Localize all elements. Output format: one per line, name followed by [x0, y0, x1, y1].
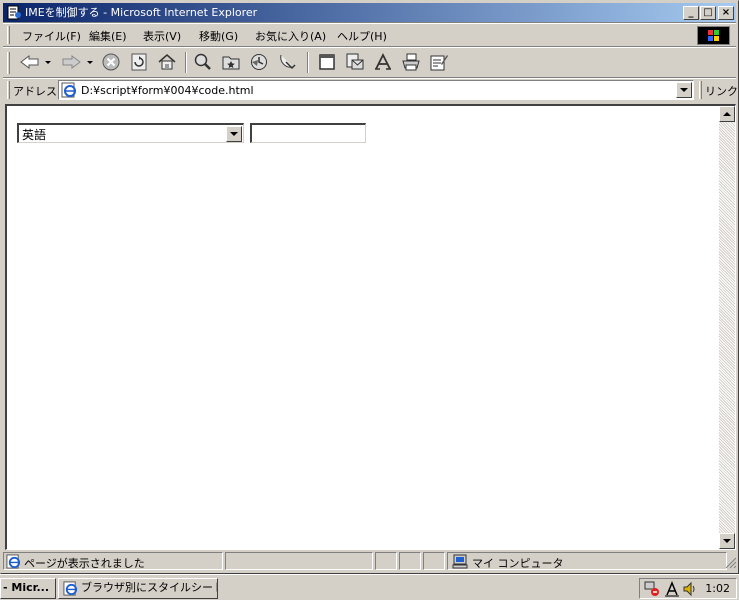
channels-button[interactable]	[275, 51, 299, 73]
font-button[interactable]	[371, 51, 395, 73]
edit-icon	[430, 55, 448, 71]
standard-toolbar	[3, 48, 736, 77]
toolbar-separator	[185, 52, 187, 73]
taskbar: - Micr... ブラウザ別にスタイルシートを... 1:02	[0, 574, 739, 600]
window-title: IMEを制御する - Microsoft Internet Explorer	[25, 6, 258, 19]
select-dropdown-button[interactable]	[226, 126, 242, 142]
language-select-value: 英語	[22, 128, 47, 142]
address-url: D:¥script¥form¥004¥code.html	[81, 84, 254, 97]
chevron-down-icon	[723, 539, 731, 543]
status-panel	[399, 552, 421, 570]
address-dropdown-button[interactable]	[676, 82, 692, 98]
system-tray: 1:02	[639, 578, 737, 599]
toolbar-separator	[307, 52, 309, 73]
menubar-grip[interactable]	[7, 26, 10, 44]
status-message-panel: ページが表示されました	[3, 552, 223, 570]
computer-icon	[452, 554, 468, 569]
printer-icon	[402, 53, 420, 71]
network-icon[interactable]	[644, 581, 660, 597]
minimize-button[interactable]: _	[683, 6, 699, 20]
font-icon	[375, 52, 391, 70]
back-button[interactable]	[17, 51, 53, 73]
address-label: アドレス	[13, 85, 57, 98]
status-panel	[375, 552, 397, 570]
resize-grip-icon[interactable]	[725, 557, 737, 569]
refresh-icon	[131, 53, 147, 71]
stop-icon	[102, 53, 120, 71]
menu-favorites[interactable]: お気に入り(A)	[255, 28, 326, 44]
taskbar-button[interactable]: ブラウザ別にスタイルシートを...	[58, 578, 218, 599]
links-button[interactable]: リンク	[705, 83, 738, 99]
language-select[interactable]: 英語	[17, 123, 244, 143]
search-icon	[194, 53, 211, 70]
clock[interactable]: 1:02	[705, 582, 730, 595]
vertical-scrollbar[interactable]	[719, 106, 735, 549]
taskbar-button-label: ブラウザ別にスタイルシートを...	[81, 581, 217, 594]
menu-bar: ファイル(F) 編集(E) 表示(V) 移動(G) お気に入り(A) ヘルプ(H…	[3, 24, 736, 46]
favorites-button[interactable]	[219, 51, 243, 73]
ie-page-icon	[6, 554, 21, 569]
refresh-button[interactable]	[127, 51, 151, 73]
home-icon	[158, 54, 176, 70]
chevron-up-icon	[723, 112, 731, 116]
history-icon	[251, 54, 267, 70]
stop-button[interactable]	[99, 51, 123, 73]
maximize-button[interactable]: □	[700, 6, 716, 20]
ie-page-icon	[63, 581, 78, 596]
mail-icon	[346, 53, 364, 70]
mail-button[interactable]	[343, 51, 367, 73]
windows-logo-icon	[697, 26, 730, 45]
menu-file[interactable]: ファイル(F)	[22, 28, 81, 44]
menu-go[interactable]: 移動(G)	[199, 28, 238, 44]
addressbar-grip[interactable]	[7, 81, 10, 99]
zone-label: マイ コンピュータ	[472, 557, 564, 570]
satellite-icon	[280, 54, 296, 70]
status-message: ページが表示されました	[24, 557, 145, 570]
chevron-down-icon	[230, 132, 238, 136]
scroll-up-button[interactable]	[719, 106, 735, 122]
zone-panel: マイ コンピュータ	[447, 552, 727, 570]
links-grip[interactable]	[699, 81, 702, 99]
fullscreen-button[interactable]	[315, 51, 339, 73]
home-button[interactable]	[155, 51, 179, 73]
text-input[interactable]	[250, 123, 366, 143]
page-content: 英語	[5, 104, 736, 550]
status-panel	[225, 552, 373, 570]
title-bar[interactable]: IMEを制御する - Microsoft Internet Explorer _…	[3, 3, 736, 22]
address-bar: アドレス D:¥script¥form¥004¥code.html リンク	[3, 79, 738, 101]
search-button[interactable]	[191, 51, 215, 73]
browser-window: IMEを制御する - Microsoft Internet Explorer _…	[0, 0, 739, 574]
print-button[interactable]	[399, 51, 423, 73]
speaker-icon[interactable]	[682, 581, 698, 597]
back-arrow-icon	[20, 55, 51, 69]
document-icon	[7, 5, 21, 20]
forward-button[interactable]	[59, 51, 95, 73]
edit-button[interactable]	[427, 51, 451, 73]
folder-star-icon	[222, 56, 240, 70]
toolbar-grip[interactable]	[7, 52, 10, 74]
status-bar: ページが表示されました マイ コンピュータ	[3, 551, 738, 571]
menu-view[interactable]: 表示(V)	[143, 28, 181, 44]
close-button[interactable]: ×	[718, 6, 734, 20]
taskbar-button-active[interactable]: - Micr...	[0, 578, 56, 599]
history-button[interactable]	[247, 51, 271, 73]
menu-edit[interactable]: 編集(E)	[89, 28, 127, 44]
scroll-down-button[interactable]	[719, 533, 735, 549]
address-input[interactable]: D:¥script¥form¥004¥code.html	[58, 80, 694, 100]
chevron-down-icon	[680, 88, 688, 92]
status-panel	[423, 552, 445, 570]
forward-arrow-icon	[62, 55, 93, 69]
fullscreen-icon	[319, 54, 335, 70]
menu-help[interactable]: ヘルプ(H)	[337, 28, 387, 44]
ie-page-icon	[61, 82, 76, 98]
ime-indicator-icon[interactable]	[664, 581, 680, 597]
